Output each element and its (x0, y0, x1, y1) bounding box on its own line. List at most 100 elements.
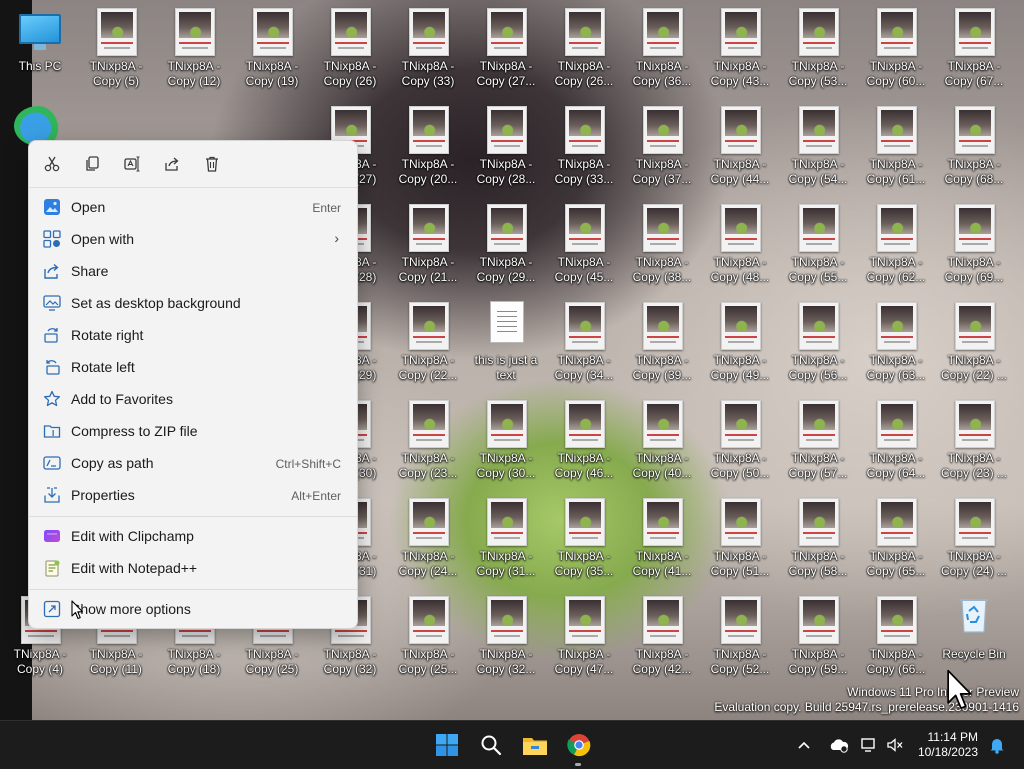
desktop-icon-image[interactable]: TNixp8A - Copy (23... (389, 394, 467, 484)
desktop-icon-image[interactable]: TNixp8A - Copy (47... (545, 590, 623, 680)
desktop-icon-image[interactable]: TNixp8A - Copy (49... (701, 296, 779, 386)
menu-item-open[interactable]: Open Enter (33, 192, 353, 222)
chevron-up-icon[interactable] (790, 729, 818, 761)
delete-icon[interactable] (198, 150, 226, 178)
desktop-icon-image[interactable]: TNixp8A - Copy (32... (467, 590, 545, 680)
menu-item-compress-zip[interactable]: Compress to ZIP file (33, 416, 353, 446)
desktop-icon-image[interactable]: TNixp8A - Copy (12) (155, 2, 233, 92)
desktop-icon-image[interactable]: TNixp8A - Copy (58... (779, 492, 857, 582)
desktop-icon-image[interactable]: TNixp8A - Copy (41... (623, 492, 701, 582)
share-icon[interactable] (158, 150, 186, 178)
desktop-icon-image[interactable]: TNixp8A - Copy (20... (389, 100, 467, 190)
desktop-icon-text-file[interactable]: this is just a text (467, 296, 545, 386)
desktop-icon-image[interactable]: TNixp8A - Copy (48... (701, 198, 779, 288)
label-line: Copy (33) (401, 74, 455, 88)
label-line: Copy (22) ... (940, 368, 1008, 382)
desktop-icon-image[interactable]: TNixp8A - Copy (43... (701, 2, 779, 92)
desktop-icon-image[interactable]: TNixp8A - Copy (50... (701, 394, 779, 484)
menu-item-edit-with-clipchamp[interactable]: Edit with Clipchamp (33, 521, 353, 551)
desktop-icon-image[interactable]: TNixp8A - Copy (22... (389, 296, 467, 386)
desktop-icon-image[interactable]: TNixp8A - Copy (21... (389, 198, 467, 288)
desktop-icon-image[interactable]: TNixp8A - Copy (38... (623, 198, 701, 288)
desktop-icon-image[interactable]: TNixp8A - Copy (66... (857, 590, 935, 680)
desktop-icon-label: TNixp8A - Copy (58... (779, 549, 857, 579)
desktop-icon-image[interactable]: TNixp8A - Copy (56... (779, 296, 857, 386)
desktop-icon-image[interactable]: TNixp8A - Copy (29... (467, 198, 545, 288)
desktop-icon-image[interactable]: TNixp8A - Copy (39... (623, 296, 701, 386)
label-line: Copy (69... (944, 270, 1004, 284)
rename-icon[interactable] (118, 150, 146, 178)
menu-item-rotate-right[interactable]: Rotate right (33, 320, 353, 350)
desktop-icon-image[interactable]: TNixp8A - Copy (33... (545, 100, 623, 190)
desktop-icon-image[interactable]: TNixp8A - Copy (25... (389, 590, 467, 680)
desktop-icon-image[interactable]: TNixp8A - Copy (40... (623, 394, 701, 484)
chevron-right-icon: › (334, 230, 339, 246)
desktop-icon-image[interactable]: TNixp8A - Copy (64... (857, 394, 935, 484)
chrome-icon[interactable] (563, 729, 595, 761)
desktop-icon-image[interactable]: TNixp8A - Copy (27... (467, 2, 545, 92)
search-icon[interactable] (475, 729, 507, 761)
network-icon[interactable] (856, 729, 882, 761)
desktop-icon-image[interactable]: TNixp8A - Copy (52... (701, 590, 779, 680)
desktop-icon-image[interactable]: TNixp8A - Copy (53... (779, 2, 857, 92)
desktop-icon-image[interactable]: TNixp8A - Copy (35... (545, 492, 623, 582)
desktop-icon-label: TNixp8A - Copy (28... (467, 157, 545, 187)
menu-item-add-to-favorites[interactable]: Add to Favorites (33, 384, 353, 414)
desktop-icon-image[interactable]: TNixp8A - Copy (5) (77, 2, 155, 92)
desktop-icon-image[interactable]: TNixp8A - Copy (65... (857, 492, 935, 582)
desktop-icon-image[interactable]: TNixp8A - Copy (67... (935, 2, 1013, 92)
system-clock[interactable]: 11:14 PM 10/18/2023 (918, 730, 978, 760)
desktop-icon-image[interactable]: TNixp8A - Copy (61... (857, 100, 935, 190)
desktop-icon-label: TNixp8A - Copy (64... (857, 451, 935, 481)
volume-muted-icon[interactable] (882, 729, 908, 761)
desktop-icon-image[interactable]: TNixp8A - Copy (57... (779, 394, 857, 484)
start-icon[interactable] (431, 729, 463, 761)
desktop-icon-image[interactable]: TNixp8A - Copy (69... (935, 198, 1013, 288)
onedrive-icon[interactable] (826, 729, 852, 761)
desktop-icon-image[interactable]: TNixp8A - Copy (42... (623, 590, 701, 680)
desktop-icon-image[interactable]: TNixp8A - Copy (37... (623, 100, 701, 190)
desktop-icon-image[interactable]: TNixp8A - Copy (34... (545, 296, 623, 386)
desktop-icon-image[interactable]: TNixp8A - Copy (26) (311, 2, 389, 92)
image-thumbnail-icon (643, 8, 683, 56)
desktop-icon-image[interactable]: TNixp8A - Copy (26... (545, 2, 623, 92)
desktop-icon-image[interactable]: TNixp8A - Copy (44... (701, 100, 779, 190)
notification-bell-icon[interactable] (984, 729, 1010, 761)
desktop-icon-image[interactable]: TNixp8A - Copy (19) (233, 2, 311, 92)
desktop-icon-image[interactable]: TNixp8A - Copy (30... (467, 394, 545, 484)
quick-actions-bar (29, 141, 357, 188)
desktop-icon-image[interactable]: TNixp8A - Copy (59... (779, 590, 857, 680)
cut-icon[interactable] (38, 150, 66, 178)
label-line: Copy (51... (710, 564, 770, 578)
label-line: TNixp8A - (635, 451, 689, 465)
desktop-icon-image[interactable]: TNixp8A - Copy (28... (467, 100, 545, 190)
desktop-icon-image[interactable]: TNixp8A - Copy (36... (623, 2, 701, 92)
desktop-icon-image[interactable]: TNixp8A - Copy (60... (857, 2, 935, 92)
desktop-icon-image[interactable]: TNixp8A - Copy (46... (545, 394, 623, 484)
desktop-icon-image[interactable]: TNixp8A - Copy (24... (389, 492, 467, 582)
menu-item-open-with[interactable]: Open with › (33, 224, 353, 254)
desktop-icon-image[interactable]: TNixp8A - Copy (54... (779, 100, 857, 190)
desktop-icon-image[interactable]: TNixp8A - Copy (55... (779, 198, 857, 288)
desktop-icon-image[interactable]: TNixp8A - Copy (68... (935, 100, 1013, 190)
copy-icon[interactable] (78, 150, 106, 178)
file-explorer-icon[interactable] (519, 729, 551, 761)
label-line: Copy (31... (476, 564, 536, 578)
desktop-icon-image[interactable]: TNixp8A - Copy (22) ... (935, 296, 1013, 386)
desktop-icon-image[interactable]: TNixp8A - Copy (45... (545, 198, 623, 288)
menu-item-edit-with-notepadpp[interactable]: Edit with Notepad++ (33, 553, 353, 583)
desktop-icon-image[interactable]: TNixp8A - Copy (63... (857, 296, 935, 386)
desktop-icon-image[interactable]: TNixp8A - Copy (24) ... (935, 492, 1013, 582)
desktop-icon-image[interactable]: TNixp8A - Copy (31... (467, 492, 545, 582)
menu-item-copy-as-path[interactable]: Copy as path Ctrl+Shift+C (33, 448, 353, 478)
desktop-icon-image[interactable]: TNixp8A - Copy (33) (389, 2, 467, 92)
desktop-icon-recycle-bin[interactable]: Recycle Bin (935, 590, 1013, 680)
desktop-icon-image[interactable]: TNixp8A - Copy (51... (701, 492, 779, 582)
desktop-icon-this-pc[interactable]: This PC (1, 2, 79, 92)
menu-item-rotate-left[interactable]: Rotate left (33, 352, 353, 382)
menu-item-properties[interactable]: Properties Alt+Enter (33, 480, 353, 510)
desktop-icon-image[interactable]: TNixp8A - Copy (62... (857, 198, 935, 288)
menu-item-set-desktop-background[interactable]: Set as desktop background (33, 288, 353, 318)
menu-item-share[interactable]: Share (33, 256, 353, 286)
desktop-icon-image[interactable]: TNixp8A - Copy (23) ... (935, 394, 1013, 484)
